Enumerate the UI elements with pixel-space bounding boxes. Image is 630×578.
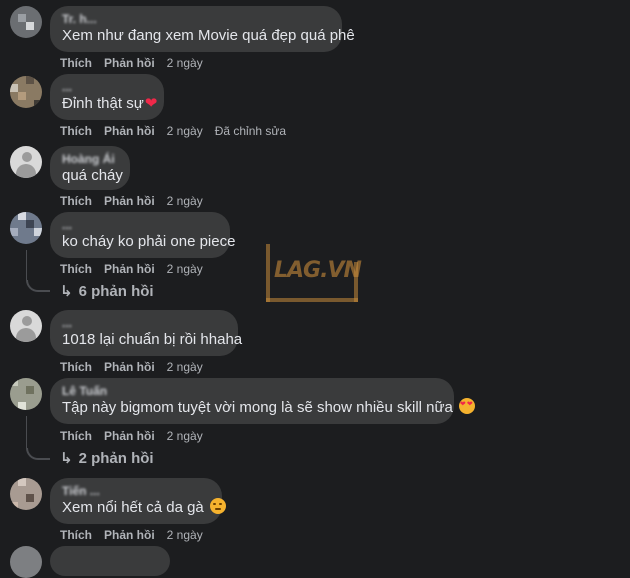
like-button[interactable]: Thích [60, 262, 92, 276]
replies-count: 6 phản hồi [78, 283, 154, 300]
view-replies-button[interactable]: ↳ 6 phản hồi [60, 282, 154, 300]
avatar[interactable] [10, 546, 42, 578]
comment-bubble: Tr. h... Xem như đang xem Movie quá đẹp … [50, 6, 355, 52]
comment-text: Đỉnh thật sự [62, 95, 144, 112]
view-replies-button[interactable]: ↳ 2 phản hồi [60, 449, 154, 467]
comment-actions: Thích Phản hồi 2 ngày [60, 262, 215, 276]
comment-bubble: Hoàng Ái quá cháy [50, 146, 130, 190]
timestamp[interactable]: 2 ngày [167, 528, 203, 542]
timestamp[interactable]: 2 ngày [167, 124, 203, 138]
comment-bubble: ... ko cháy ko phải one piece [50, 212, 236, 258]
reply-button[interactable]: Phản hồi [104, 56, 155, 70]
comment-bubble: ... 1018 lại chuẩn bị rồi hhaha [50, 310, 243, 356]
avatar[interactable] [10, 310, 42, 342]
comment-bubble: Lê Tuấn Tập này bigmom tuyệt vời mong là… [50, 378, 475, 424]
like-button[interactable]: Thích [60, 528, 92, 542]
commenter-name[interactable]: ... [62, 218, 218, 232]
commenter-name[interactable]: Tr. h... [62, 12, 330, 26]
reply-button[interactable]: Phản hồi [104, 124, 155, 138]
smiling-face-with-hearts-icon: ❤ ❤ [458, 398, 475, 414]
reply-button[interactable]: Phản hồi [104, 262, 155, 276]
watermark-text: LAG.VN [274, 258, 362, 283]
commenter-name[interactable]: ... [62, 80, 152, 94]
avatar[interactable] [10, 478, 42, 510]
comment-actions: Thích Phản hồi 2 ngày [60, 56, 215, 70]
avatar[interactable] [10, 146, 42, 178]
edited-label[interactable]: Đã chỉnh sửa [215, 124, 286, 138]
timestamp[interactable]: 2 ngày [167, 429, 203, 443]
thread-line [26, 250, 27, 280]
reply-button[interactable]: Phản hồi [104, 360, 155, 374]
comment-actions: Thích Phản hồi 2 ngày [60, 360, 215, 374]
comment-bubble: ... Đỉnh thật sự❤ [50, 74, 164, 120]
avatar[interactable] [10, 378, 42, 410]
comment-text: Xem nổi hết cả da gà [62, 499, 204, 516]
comment-bubble: Tiến ... Xem nổi hết cả da gà [50, 478, 226, 524]
comment-text: Tập này bigmom tuyệt vời mong là sẽ show… [62, 399, 453, 416]
timestamp[interactable]: 2 ngày [167, 194, 203, 208]
comment-text: ko cháy ko phải one piece [62, 233, 236, 250]
thread-line [26, 416, 27, 448]
avatar[interactable] [10, 76, 42, 108]
comment-actions: Thích Phản hồi 2 ngày [60, 194, 215, 208]
like-button[interactable]: Thích [60, 194, 92, 208]
like-button[interactable]: Thích [60, 429, 92, 443]
comment-bubble [50, 546, 170, 576]
reply-button[interactable]: Phản hồi [104, 429, 155, 443]
like-button[interactable]: Thích [60, 124, 92, 138]
timestamp[interactable]: 2 ngày [167, 262, 203, 276]
comment-actions: Thích Phản hồi 2 ngày Đã chỉnh sửa [60, 124, 298, 138]
comment-text: Xem như đang xem Movie quá đẹp quá phê [62, 27, 355, 44]
comment-text: quá cháy [62, 167, 123, 184]
reply-button[interactable]: Phản hồi [104, 528, 155, 542]
reply-arrow-icon: ↳ [60, 450, 73, 467]
thread-curve [26, 448, 50, 460]
comment-actions: Thích Phản hồi 2 ngày [60, 429, 215, 443]
watermark-logo: LAG.VN [266, 244, 362, 304]
avatar[interactable] [10, 6, 42, 38]
like-button[interactable]: Thích [60, 56, 92, 70]
comment-actions: Thích Phản hồi 2 ngày [60, 528, 215, 542]
commenter-name[interactable]: Tiến ... [62, 484, 210, 498]
avatar[interactable] [10, 212, 42, 244]
comment-text: 1018 lại chuẩn bị rồi hhaha [62, 331, 243, 348]
commenter-name[interactable]: ... [62, 316, 226, 330]
replies-count: 2 phản hồi [78, 450, 154, 467]
timestamp[interactable]: 2 ngày [167, 56, 203, 70]
commenter-name[interactable]: Lê Tuấn [62, 384, 442, 398]
reply-button[interactable]: Phản hồi [104, 194, 155, 208]
like-button[interactable]: Thích [60, 360, 92, 374]
heart-icon: ❤ [144, 95, 158, 112]
reply-arrow-icon: ↳ [60, 283, 73, 300]
commenter-name[interactable]: Hoàng Ái [62, 152, 118, 166]
timestamp[interactable]: 2 ngày [167, 360, 203, 374]
thread-curve [26, 280, 50, 292]
smirking-face-icon [209, 498, 226, 514]
